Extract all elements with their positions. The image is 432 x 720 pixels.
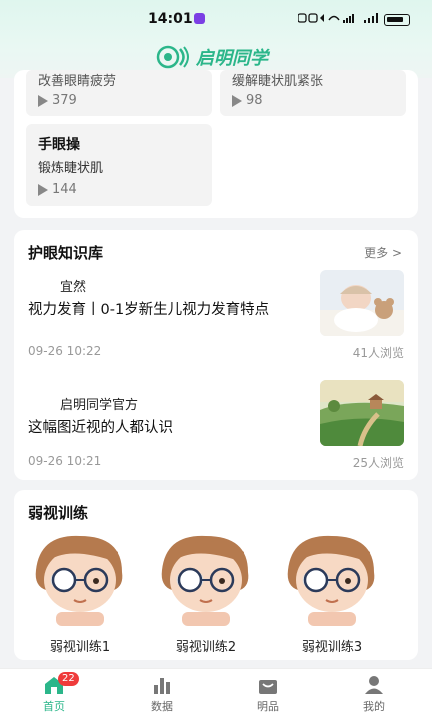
tab-label: 首页 [43, 700, 65, 713]
tab-products[interactable]: 明品 [238, 675, 298, 714]
exercise-tile-hand-eye[interactable]: 手眼操 锻炼睫状肌 144 [26, 124, 212, 206]
landscape-thumbnail [320, 380, 404, 446]
section-title: 弱视训练 [28, 504, 89, 522]
article-views: 41人浏览 [352, 346, 404, 360]
knowledge-card: 护眼知识库 更多 > 宜然 视力发育丨0-1岁新生儿视力发育特点 09-26 1… [14, 230, 418, 480]
section-title: 护眼知识库 [28, 244, 104, 262]
status-time: 14:01 [148, 11, 193, 27]
exercise-subtitle: 锻炼睫状肌 [38, 161, 104, 176]
exercise-tile[interactable]: 缓解睫状肌紧张 98 [220, 70, 406, 116]
training-item-1[interactable]: 弱视训练1 [26, 530, 134, 655]
notification-app-icon [194, 13, 205, 24]
eye-logo-icon [156, 45, 190, 69]
bar-chart-icon [151, 675, 173, 695]
training-card: 弱视训练 弱视训练1 弱视训练2 弱视训练3 [14, 490, 418, 660]
play-count: 144 [38, 182, 77, 197]
training-label: 弱视训练3 [301, 640, 363, 655]
play-count: 379 [38, 93, 77, 108]
header-area: 14:01 启明同学 [0, 0, 432, 78]
exercise-subtitle: 缓解睫状肌紧张 [232, 74, 324, 89]
status-bar: 14:01 [0, 0, 432, 38]
bag-icon [257, 675, 279, 695]
tab-label: 明品 [257, 700, 279, 713]
training-item-2[interactable]: 弱视训练2 [152, 530, 260, 655]
training-label: 弱视训练1 [49, 640, 111, 655]
signal-icon [297, 12, 358, 27]
article-title: 这幅图近视的人都认识 [28, 420, 173, 436]
exercise-subtitle: 改善眼睛疲劳 [38, 74, 117, 89]
training-label: 弱视训练2 [175, 640, 237, 655]
article-author: 宜然 [60, 280, 87, 295]
child-eyepatch-illustration [287, 535, 375, 626]
tab-mine[interactable]: 我的 [344, 675, 404, 714]
child-eyepatch-illustration [35, 535, 123, 626]
tab-label: 数据 [151, 700, 173, 713]
more-link[interactable]: 更多 > [364, 244, 402, 261]
tab-label: 我的 [363, 700, 385, 713]
play-icon [38, 94, 48, 107]
exercise-card: 改善眼睛疲劳 379 缓解睫状肌紧张 98 手眼操 锻炼睫状肌 144 [14, 70, 418, 218]
article-date: 09-26 10:22 [28, 344, 102, 358]
play-icon [232, 94, 242, 107]
bottom-tab-bar: 首页 22 数据 明品 我的 [0, 668, 432, 720]
article-author: 启明同学官方 [60, 398, 139, 413]
child-eyepatch-illustration [161, 535, 249, 626]
article-item[interactable]: 启明同学官方 这幅图近视的人都认识 09-26 10:21 25人浏览 [14, 380, 418, 474]
training-item-3[interactable]: 弱视训练3 [278, 530, 386, 655]
article-views: 25人浏览 [352, 456, 404, 470]
battery-icon [384, 13, 410, 26]
play-count: 98 [232, 93, 263, 108]
article-date: 09-26 10:21 [28, 454, 102, 468]
user-icon [363, 675, 385, 695]
tab-data[interactable]: 数据 [132, 675, 192, 714]
exercise-tile[interactable]: 改善眼睛疲劳 379 [26, 70, 212, 116]
exercise-title: 手眼操 [38, 137, 80, 153]
signal-icon-2 [363, 12, 379, 27]
notification-badge: 22 [58, 672, 79, 686]
app-name: 启明同学 [196, 48, 268, 69]
play-icon [38, 183, 48, 196]
baby-thumbnail [320, 270, 404, 336]
article-item[interactable]: 宜然 视力发育丨0-1岁新生儿视力发育特点 09-26 10:22 41人浏览 [14, 270, 418, 364]
article-title: 视力发育丨0-1岁新生儿视力发育特点 [28, 302, 270, 318]
app-brand: 启明同学 [156, 44, 268, 70]
status-icons [297, 12, 410, 27]
